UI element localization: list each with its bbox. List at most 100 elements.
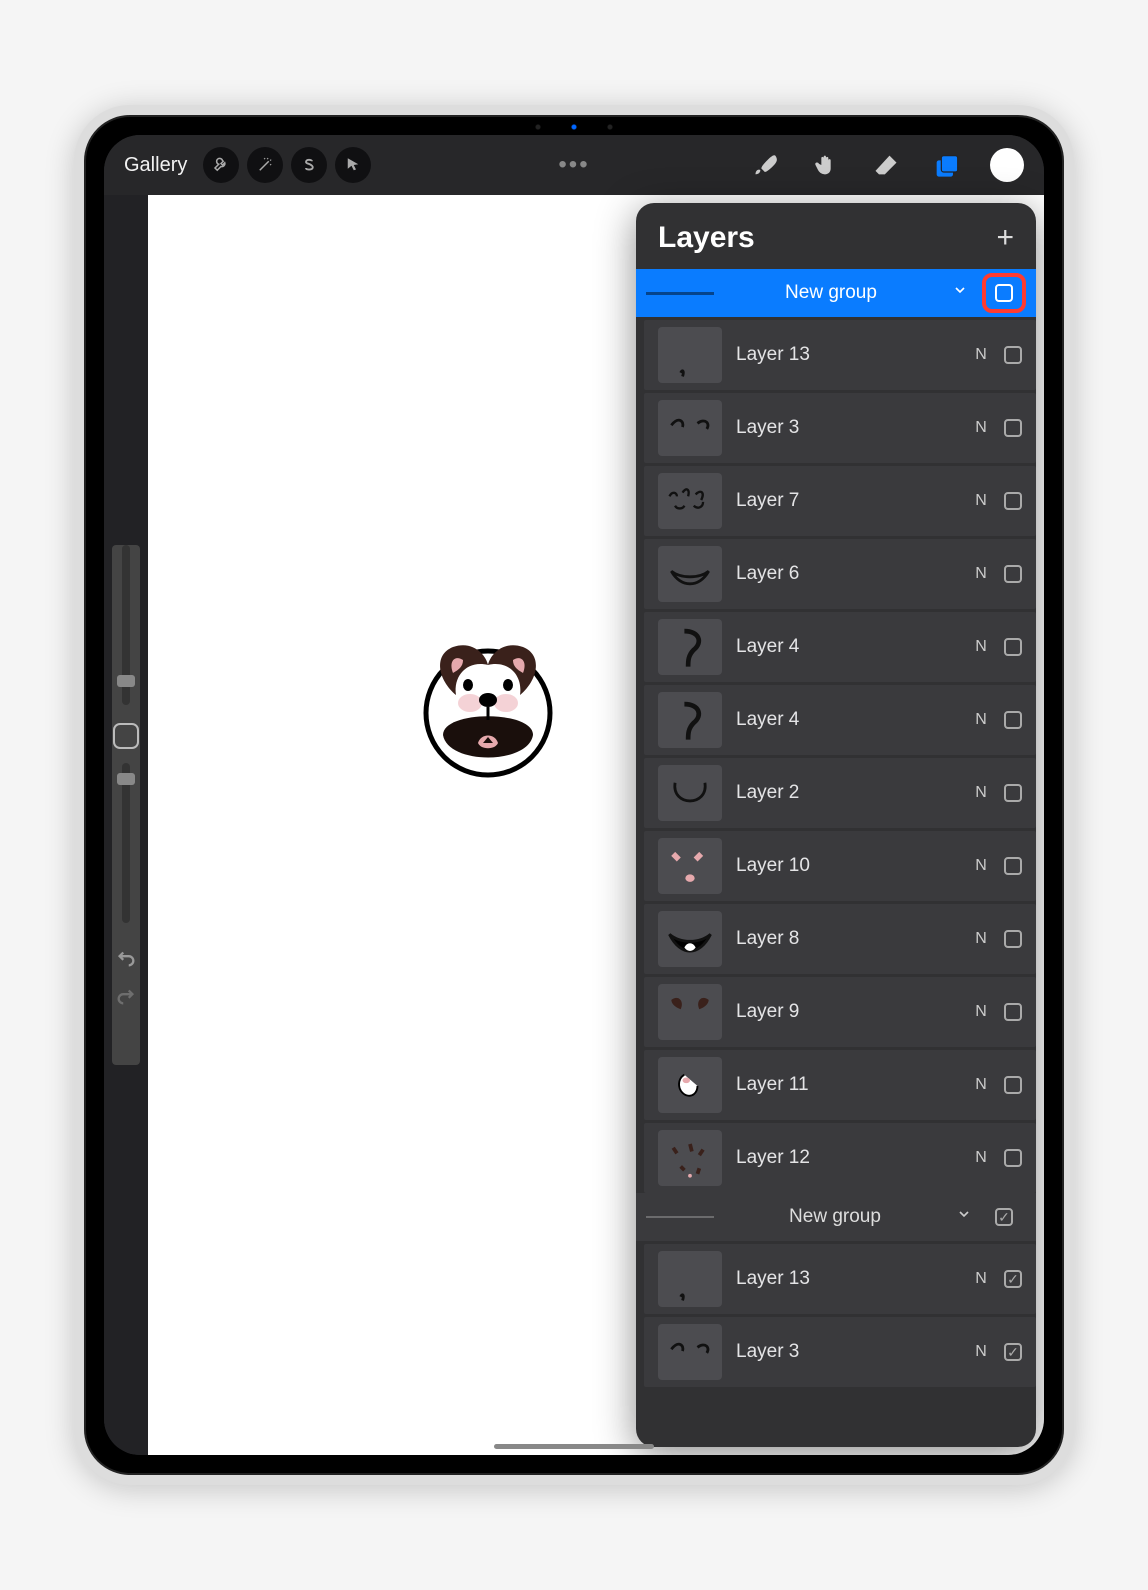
layer-thumbnail xyxy=(658,400,722,456)
blend-mode-label[interactable]: N xyxy=(972,346,990,364)
blend-mode-label[interactable]: N xyxy=(972,419,990,437)
ipad-frame: Gallery ••• xyxy=(74,105,1074,1485)
brush-opacity-slider[interactable] xyxy=(122,763,130,923)
group-expand-toggle[interactable] xyxy=(952,282,968,304)
modify-button[interactable] xyxy=(113,723,139,749)
group-expand-toggle[interactable] xyxy=(956,1206,972,1228)
left-slider-bar xyxy=(104,195,148,1455)
layer-row[interactable]: Layer 10 N xyxy=(644,831,1036,901)
layers-panel: Layers + New group Layer 13 N Layer 3 N … xyxy=(636,203,1036,1447)
layer-row[interactable]: Layer 4 N xyxy=(644,612,1036,682)
layer-visibility-checkbox[interactable] xyxy=(1004,565,1022,583)
layer-row[interactable]: Layer 4 N xyxy=(644,685,1036,755)
layer-visibility-checkbox[interactable] xyxy=(1004,1003,1022,1021)
layer-visibility-checkbox[interactable] xyxy=(1004,1149,1022,1167)
layer-visibility-checkbox[interactable] xyxy=(1004,1343,1022,1361)
overflow-menu-button[interactable]: ••• xyxy=(558,151,589,179)
blend-mode-label[interactable]: N xyxy=(972,1149,990,1167)
selection-button[interactable] xyxy=(291,147,327,183)
add-layer-button[interactable]: + xyxy=(996,223,1014,253)
eraser-tool-button[interactable] xyxy=(870,149,902,181)
layer-thumbnail xyxy=(658,1130,722,1186)
adjustments-wand-button[interactable] xyxy=(247,147,283,183)
plus-icon: + xyxy=(996,221,1014,254)
blend-mode-label[interactable]: N xyxy=(972,1270,990,1288)
brush-size-slider[interactable] xyxy=(122,545,130,705)
layer-name: Layer 3 xyxy=(736,1341,958,1363)
layer-row[interactable]: Layer 11 N xyxy=(644,1050,1036,1120)
layer-thumbnail xyxy=(658,984,722,1040)
smudge-hand-icon xyxy=(812,151,840,179)
layer-group-row[interactable]: New group xyxy=(636,1193,1036,1241)
layer-row[interactable]: Layer 13 N xyxy=(644,320,1036,390)
selection-s-icon xyxy=(300,156,318,174)
group-visibility-checkbox[interactable] xyxy=(995,1208,1013,1226)
layer-thumbnail xyxy=(658,619,722,675)
layer-row[interactable]: Layer 12 N xyxy=(644,1123,1036,1193)
layer-visibility-checkbox[interactable] xyxy=(1004,1270,1022,1288)
layer-row[interactable]: Layer 2 N xyxy=(644,758,1036,828)
group-name: New group xyxy=(785,282,877,303)
layer-row[interactable]: Layer 3 N xyxy=(644,393,1036,463)
redo-button[interactable] xyxy=(115,985,137,1007)
layer-visibility-checkbox[interactable] xyxy=(1004,711,1022,729)
layer-visibility-checkbox[interactable] xyxy=(1004,1076,1022,1094)
layers-icon xyxy=(932,151,960,179)
undo-button[interactable] xyxy=(115,947,137,969)
app-screen: Gallery ••• xyxy=(104,135,1044,1455)
layer-row[interactable]: Layer 8 N xyxy=(644,904,1036,974)
layers-tool-button[interactable] xyxy=(930,149,962,181)
layer-visibility-checkbox[interactable] xyxy=(1004,784,1022,802)
transform-arrow-button[interactable] xyxy=(335,147,371,183)
group-thumb-line xyxy=(646,292,714,295)
layer-visibility-checkbox[interactable] xyxy=(1004,492,1022,510)
layer-thumbnail xyxy=(658,765,722,821)
wrench-icon xyxy=(212,156,230,174)
layer-row[interactable]: Layer 6 N xyxy=(644,539,1036,609)
layer-row[interactable]: Layer 7 N xyxy=(644,466,1036,536)
chevron-down-icon xyxy=(956,1206,972,1222)
blend-mode-label[interactable]: N xyxy=(972,711,990,729)
layer-name: Layer 13 xyxy=(736,344,958,366)
gallery-button[interactable]: Gallery xyxy=(116,154,195,177)
layer-group-row[interactable]: New group xyxy=(636,269,1036,317)
blend-mode-label[interactable]: N xyxy=(972,492,990,510)
blend-mode-label[interactable]: N xyxy=(972,1076,990,1094)
layer-name: Layer 9 xyxy=(736,1001,958,1023)
layer-thumbnail xyxy=(658,327,722,383)
layer-name: Layer 8 xyxy=(736,928,958,950)
layer-visibility-checkbox[interactable] xyxy=(1004,419,1022,437)
brush-tool-button[interactable] xyxy=(750,149,782,181)
layer-row[interactable]: Layer 13 N xyxy=(644,1244,1036,1314)
layer-thumbnail xyxy=(658,1324,722,1380)
cursor-arrow-icon xyxy=(344,156,362,174)
blend-mode-label[interactable]: N xyxy=(972,638,990,656)
layer-visibility-checkbox[interactable] xyxy=(1004,930,1022,948)
layer-name: Layer 10 xyxy=(736,855,958,877)
group-visibility-highlight xyxy=(982,273,1026,313)
home-indicator[interactable] xyxy=(494,1444,654,1449)
blend-mode-label[interactable]: N xyxy=(972,565,990,583)
layer-visibility-checkbox[interactable] xyxy=(1004,857,1022,875)
blend-mode-label[interactable]: N xyxy=(972,857,990,875)
actions-wrench-button[interactable] xyxy=(203,147,239,183)
layer-name: Layer 4 xyxy=(736,636,958,658)
layer-visibility-checkbox[interactable] xyxy=(1004,346,1022,364)
layer-name: Layer 4 xyxy=(736,709,958,731)
brush-icon xyxy=(752,151,780,179)
blend-mode-label[interactable]: N xyxy=(972,930,990,948)
color-picker-button[interactable] xyxy=(990,148,1024,182)
blend-mode-label[interactable]: N xyxy=(972,1003,990,1021)
layer-row[interactable]: Layer 3 N xyxy=(644,1317,1036,1387)
blend-mode-label[interactable]: N xyxy=(972,1343,990,1361)
group-visibility-checkbox[interactable] xyxy=(995,284,1013,302)
layers-list[interactable]: New group Layer 13 N Layer 3 N Layer 7 N… xyxy=(636,269,1036,1447)
layer-name: Layer 7 xyxy=(736,490,958,512)
group-name: New group xyxy=(789,1206,881,1227)
layer-row[interactable]: Layer 9 N xyxy=(644,977,1036,1047)
layer-visibility-checkbox[interactable] xyxy=(1004,638,1022,656)
blend-mode-label[interactable]: N xyxy=(972,784,990,802)
layer-name: Layer 3 xyxy=(736,417,958,439)
layer-thumbnail xyxy=(658,1251,722,1307)
smudge-tool-button[interactable] xyxy=(810,149,842,181)
